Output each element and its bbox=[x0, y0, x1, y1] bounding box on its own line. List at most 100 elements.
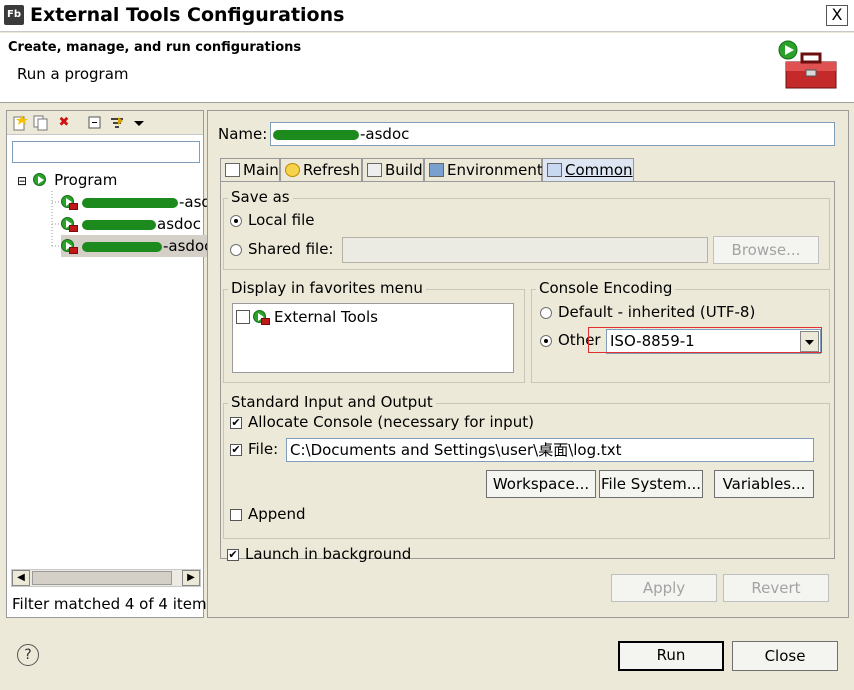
append-checkbox[interactable] bbox=[230, 509, 242, 521]
encoding-value: ISO-8859-1 bbox=[610, 332, 695, 350]
output-file-input[interactable]: C:\Documents and Settings\user\桌面\log.tx… bbox=[286, 438, 814, 462]
toolbox-icon bbox=[778, 40, 837, 89]
environment-icon bbox=[429, 163, 444, 177]
collapse-all-icon[interactable] bbox=[87, 115, 103, 131]
group-title: Standard Input and Output bbox=[228, 393, 436, 411]
name-input[interactable]: -asdoc bbox=[270, 122, 835, 146]
collapse-toggle-icon[interactable]: ⊟ bbox=[17, 174, 27, 188]
configurations-toolbar: ✖ bbox=[7, 111, 203, 135]
header-title: Create, manage, and run configurations bbox=[8, 40, 302, 55]
launch-background-checkbox[interactable]: ✔ bbox=[227, 549, 239, 561]
shared-file-input[interactable] bbox=[342, 237, 708, 263]
tree-item-label: -asdoc bbox=[163, 237, 213, 255]
view-menu-icon[interactable] bbox=[131, 115, 147, 131]
favorites-list: External Tools bbox=[232, 303, 514, 373]
close-button[interactable]: Close bbox=[732, 641, 838, 671]
save-as-group: Save as Local file Shared file: Browse..… bbox=[223, 188, 830, 270]
other-encoding-radio[interactable] bbox=[540, 335, 552, 347]
redacted-text bbox=[273, 129, 359, 140]
tree-item-label: asdoc bbox=[157, 215, 201, 233]
filter-status: Filter matched 4 of 4 items bbox=[12, 595, 215, 613]
file-label[interactable]: File: bbox=[248, 440, 278, 458]
name-label: Name: bbox=[218, 125, 268, 143]
external-tool-config-icon bbox=[61, 238, 79, 255]
stdio-group: Standard Input and Output ✔ Allocate Con… bbox=[223, 393, 830, 539]
program-icon bbox=[33, 172, 51, 189]
horizontal-scrollbar[interactable]: ◀ ▶ bbox=[11, 569, 201, 587]
group-title: Display in favorites menu bbox=[228, 279, 426, 297]
local-file-radio[interactable] bbox=[230, 215, 242, 227]
tab-label: Build bbox=[385, 161, 423, 179]
scroll-right-icon[interactable]: ▶ bbox=[182, 570, 200, 586]
close-window-button[interactable]: X bbox=[826, 5, 848, 26]
shared-file-radio[interactable] bbox=[230, 244, 242, 256]
group-title: Save as bbox=[228, 188, 293, 206]
redacted-text bbox=[82, 219, 156, 230]
tab-refresh[interactable]: Refresh bbox=[280, 158, 362, 182]
common-tab-content: Save as Local file Shared file: Browse..… bbox=[220, 181, 835, 563]
append-label[interactable]: Append bbox=[248, 505, 306, 523]
delete-icon[interactable]: ✖ bbox=[56, 115, 72, 131]
default-encoding-label[interactable]: Default - inherited (UTF-8) bbox=[558, 303, 755, 321]
window-title: External Tools Configurations bbox=[30, 4, 345, 26]
favorites-item-label: External Tools bbox=[274, 308, 378, 326]
encoding-select[interactable]: ISO-8859-1 bbox=[606, 329, 821, 354]
apply-button[interactable]: Apply bbox=[611, 574, 717, 602]
tab-label: Main bbox=[243, 161, 279, 179]
tree-connector-lines bbox=[51, 191, 60, 247]
duplicate-icon[interactable] bbox=[33, 115, 49, 131]
tab-build[interactable]: Build bbox=[362, 158, 424, 182]
filter-input[interactable] bbox=[12, 141, 200, 163]
title-bar: Fb External Tools Configurations X bbox=[0, 0, 854, 32]
build-icon bbox=[367, 163, 382, 177]
favorites-item[interactable]: External Tools bbox=[236, 306, 378, 328]
console-encoding-group: Console Encoding Default - inherited (UT… bbox=[531, 279, 830, 383]
tree-item[interactable]: -asdoc bbox=[61, 191, 228, 213]
tab-environment[interactable]: Environment bbox=[424, 158, 543, 182]
tree-item-selected[interactable]: -asdoc bbox=[61, 235, 215, 257]
file-checkbox[interactable]: ✔ bbox=[230, 444, 242, 456]
external-tool-config-icon bbox=[253, 309, 271, 326]
allocate-console-checkbox[interactable]: ✔ bbox=[230, 417, 242, 429]
common-icon bbox=[547, 163, 562, 177]
header-message: Run a program bbox=[17, 65, 129, 83]
external-tool-config-icon bbox=[61, 194, 79, 211]
run-button[interactable]: Run bbox=[618, 641, 724, 671]
redacted-text bbox=[82, 241, 162, 252]
scroll-left-icon[interactable]: ◀ bbox=[12, 570, 30, 586]
chevron-down-icon[interactable] bbox=[800, 331, 819, 352]
main-tab-icon bbox=[225, 163, 240, 177]
tab-main[interactable]: Main bbox=[220, 158, 280, 182]
other-encoding-label[interactable]: Other bbox=[558, 331, 601, 349]
tree-item[interactable]: asdoc bbox=[61, 213, 201, 235]
allocate-console-label[interactable]: Allocate Console (necessary for input) bbox=[248, 413, 534, 431]
shared-file-label[interactable]: Shared file: bbox=[248, 240, 333, 258]
configurations-panel: ✖ ⊟ Program -asdoc asdoc -asdoc ◀ ▶ Filte… bbox=[6, 110, 228, 618]
tab-label: Refresh bbox=[303, 161, 360, 179]
favorites-group: Display in favorites menu External Tools bbox=[223, 279, 525, 383]
workspace-button[interactable]: Workspace... bbox=[486, 470, 596, 498]
configuration-editor: Name: -asdoc Main Refresh Build Environm… bbox=[207, 110, 849, 618]
launch-background-label[interactable]: Launch in background bbox=[245, 545, 411, 563]
tree-node-program[interactable]: ⊟ Program bbox=[17, 169, 117, 191]
help-icon[interactable]: ? bbox=[17, 644, 39, 666]
app-icon: Fb bbox=[4, 5, 24, 25]
revert-button[interactable]: Revert bbox=[723, 574, 829, 602]
default-encoding-radio[interactable] bbox=[540, 307, 552, 319]
file-system-button[interactable]: File System... bbox=[599, 470, 703, 498]
browse-button[interactable]: Browse... bbox=[713, 236, 819, 264]
external-tool-config-icon bbox=[61, 216, 79, 233]
variables-button[interactable]: Variables... bbox=[714, 470, 814, 498]
group-title: Console Encoding bbox=[536, 279, 676, 297]
filter-icon[interactable] bbox=[109, 115, 125, 131]
scroll-thumb[interactable] bbox=[32, 571, 172, 585]
dialog-header: Create, manage, and run configurations R… bbox=[0, 33, 854, 103]
tree-node-label: Program bbox=[54, 171, 118, 189]
tab-label: Common bbox=[565, 161, 633, 179]
redacted-text bbox=[82, 197, 178, 208]
name-value: -asdoc bbox=[360, 125, 410, 143]
new-config-icon[interactable] bbox=[12, 115, 28, 131]
local-file-label[interactable]: Local file bbox=[248, 211, 315, 229]
tab-common[interactable]: Common bbox=[542, 158, 634, 182]
favorites-checkbox[interactable] bbox=[236, 309, 250, 324]
